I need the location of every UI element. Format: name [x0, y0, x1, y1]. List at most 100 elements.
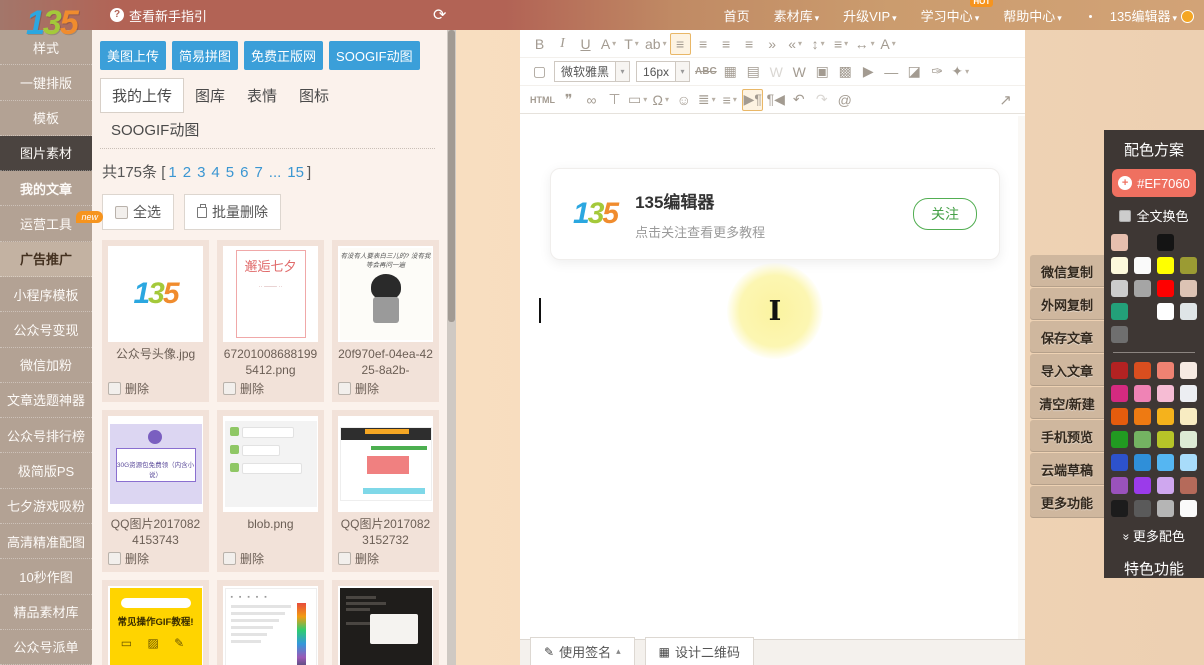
color-swatch[interactable]: [1111, 234, 1128, 251]
sidebar-item-图片素材[interactable]: 图片素材: [0, 136, 92, 171]
image-thumbnail[interactable]: 135: [108, 246, 203, 342]
underline-icon[interactable]: U: [575, 33, 596, 55]
tab-表情[interactable]: 表情: [236, 79, 288, 112]
sidebar-item-七夕游戏吸粉[interactable]: 七夕游戏吸粉: [0, 489, 92, 524]
align-left-icon[interactable]: ≡: [670, 33, 691, 55]
page-link-1[interactable]: 1: [168, 164, 176, 181]
page-break-icon[interactable]: ⊤: [604, 89, 625, 111]
color-swatch[interactable]: [1180, 477, 1197, 494]
color-swatch[interactable]: [1134, 500, 1151, 517]
tab-SOOGIF动图[interactable]: SOOGIF动图: [100, 113, 210, 146]
beginner-guide-link[interactable]: ? 查看新手指引: [110, 0, 207, 30]
color-swatch[interactable]: [1157, 280, 1174, 297]
sidebar-item-公众号变现[interactable]: 公众号变现: [0, 312, 92, 347]
delete-checkbox[interactable]: [108, 552, 121, 565]
sidebar-item-小程序模板[interactable]: 小程序模板: [0, 277, 92, 312]
tab-我的上传[interactable]: 我的上传: [100, 78, 184, 113]
indent-icon[interactable]: »: [762, 33, 783, 55]
insert-table-icon[interactable]: ▦: [720, 61, 741, 83]
action-button-微信复制[interactable]: 微信复制: [1030, 255, 1104, 287]
blockquote-icon[interactable]: ❞: [558, 89, 579, 111]
align-justify-icon[interactable]: ≡: [739, 33, 760, 55]
nav-item-学习中心[interactable]: 学习中心▾HOT: [921, 6, 980, 25]
color-swatch[interactable]: [1157, 477, 1174, 494]
image-thumbnail[interactable]: 邂逅七夕·· ─── ··: [223, 246, 318, 342]
page-link-5[interactable]: 5: [226, 164, 234, 181]
full-text-recolor-toggle[interactable]: 全文换色: [1104, 206, 1204, 225]
quick-button-SOOGIF动图[interactable]: SOOGIF动图: [329, 41, 420, 70]
special-char-icon[interactable]: Ω▾: [650, 89, 671, 111]
color-swatch[interactable]: [1111, 280, 1128, 297]
sidebar-item-公众号排行榜[interactable]: 公众号排行榜: [0, 418, 92, 453]
sidebar-item-公众号派单[interactable]: 公众号派单: [0, 630, 92, 665]
color-swatch[interactable]: [1111, 500, 1128, 517]
color-swatch[interactable]: [1157, 257, 1174, 274]
color-swatch[interactable]: [1134, 454, 1151, 471]
select-all-button[interactable]: 全选: [102, 194, 174, 230]
quick-button-简易拼图[interactable]: 简易拼图: [172, 41, 238, 70]
undo-icon[interactable]: ↶: [788, 89, 809, 111]
page-link-15[interactable]: 15: [287, 164, 304, 181]
find-replace-icon[interactable]: @: [834, 89, 855, 111]
featured-functions-button[interactable]: 特色功能: [1104, 558, 1204, 578]
color-swatch[interactable]: [1134, 280, 1151, 297]
color-swatch[interactable]: [1111, 362, 1128, 379]
color-swatch[interactable]: [1111, 257, 1128, 274]
word-clean-icon[interactable]: W: [766, 61, 787, 83]
action-button-更多功能[interactable]: 更多功能: [1030, 486, 1104, 518]
color-swatch[interactable]: [1180, 408, 1197, 425]
more-colors-button[interactable]: »更多配色: [1104, 526, 1204, 545]
magic-fill-icon[interactable]: ✦▾: [950, 61, 971, 83]
quick-button-美图上传[interactable]: 美图上传: [100, 41, 166, 70]
delete-checkbox[interactable]: [223, 382, 236, 395]
color-swatch[interactable]: [1111, 385, 1128, 402]
color-swatch[interactable]: [1180, 385, 1197, 402]
nav-item-首页[interactable]: 首页: [724, 6, 750, 25]
editor-scrollbar[interactable]: [1018, 116, 1025, 639]
align-center-icon[interactable]: ≡: [693, 33, 714, 55]
fullscreen-icon[interactable]: ↗: [995, 89, 1016, 111]
design-qrcode-tab[interactable]: ▦ 设计二维码: [645, 637, 754, 665]
word-spacing-icon[interactable]: ↔▾: [854, 33, 876, 55]
delete-checkbox[interactable]: [223, 552, 236, 565]
color-swatch[interactable]: [1134, 257, 1151, 274]
redo-icon[interactable]: ↷: [811, 89, 832, 111]
align-right-icon[interactable]: ≡: [716, 33, 737, 55]
color-swatch[interactable]: [1157, 454, 1174, 471]
editor-content[interactable]: 135 135编辑器 点击关注查看更多教程 关注 I: [520, 116, 1025, 639]
color-swatch[interactable]: [1157, 431, 1174, 448]
image-thumbnail[interactable]: ▪ ▪ ▪ ▪ ▪: [223, 586, 318, 665]
text-direction-icon[interactable]: A▾: [878, 33, 899, 55]
new-document-icon[interactable]: ▢: [529, 61, 550, 83]
action-button-导入文章[interactable]: 导入文章: [1030, 354, 1104, 386]
color-swatch[interactable]: [1180, 454, 1197, 471]
nav-item-帮助中心[interactable]: 帮助中心▾: [1003, 6, 1062, 25]
tab-图库[interactable]: 图库: [184, 79, 236, 112]
brand-logo[interactable]: 135: [26, 3, 77, 43]
sidebar-item-运营工具[interactable]: 运营工具new: [0, 206, 92, 241]
current-color-button[interactable]: + #EF7060: [1112, 169, 1196, 197]
delete-checkbox[interactable]: [108, 382, 121, 395]
sidebar-item-一键排版[interactable]: 一键排版: [0, 65, 92, 100]
color-swatch[interactable]: [1111, 477, 1128, 494]
highlight-icon[interactable]: ab▾: [644, 33, 668, 55]
ordered-list-icon[interactable]: ≣▾: [696, 89, 717, 111]
format-painter-icon[interactable]: ✑: [927, 61, 948, 83]
user-menu[interactable]: 135编辑器▾: [1110, 6, 1194, 25]
strikethrough-icon[interactable]: ABC: [694, 61, 718, 83]
page-link-7[interactable]: 7: [254, 164, 262, 181]
action-button-手机预览[interactable]: 手机预览: [1030, 420, 1104, 452]
quick-button-免费正版网[interactable]: 免费正版网: [244, 41, 323, 70]
color-swatch[interactable]: [1180, 257, 1197, 274]
font-color-icon[interactable]: A▾: [598, 33, 619, 55]
color-swatch[interactable]: [1111, 326, 1128, 343]
panel-scrollbar[interactable]: [447, 30, 456, 665]
html-source-icon[interactable]: HTML: [529, 89, 556, 111]
text-style-icon[interactable]: T▾: [621, 33, 642, 55]
page-link-...[interactable]: ...: [269, 164, 282, 181]
font-size-select[interactable]: 16px ▾: [636, 61, 690, 82]
page-link-4[interactable]: 4: [211, 164, 219, 181]
color-swatch[interactable]: [1180, 280, 1197, 297]
bold-icon[interactable]: B: [529, 33, 550, 55]
color-swatch[interactable]: [1134, 385, 1151, 402]
